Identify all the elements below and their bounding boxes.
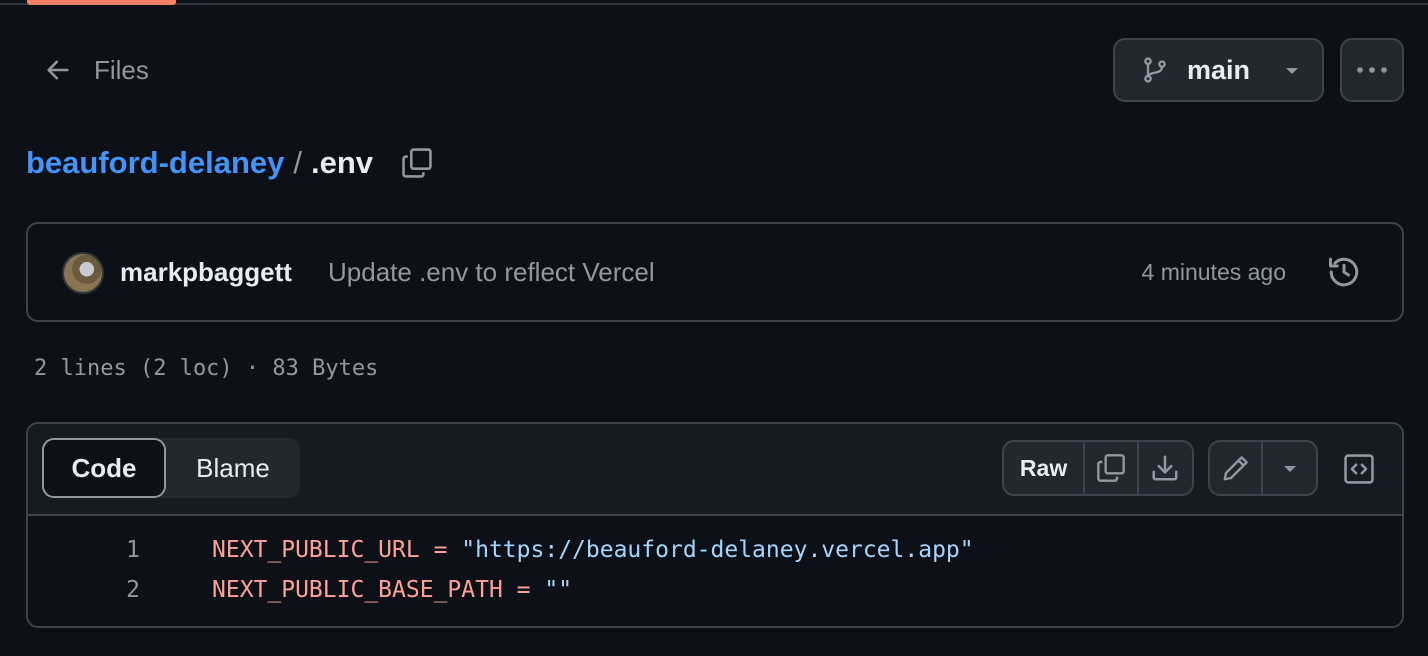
breadcrumb: beauford-delaney / .env: [26, 140, 435, 186]
code-toolbar: Code Blame Raw: [28, 424, 1402, 516]
top-border: [0, 0, 1428, 5]
raw-button[interactable]: Raw: [1004, 442, 1086, 494]
back-label: Files: [94, 54, 149, 85]
triangle-down-icon: [1283, 466, 1296, 472]
breadcrumb-separator: /: [293, 145, 303, 180]
pencil-icon: [1223, 456, 1248, 481]
back-to-files-link[interactable]: Files: [44, 50, 149, 90]
copy-icon: [402, 148, 432, 178]
branch-selector-button[interactable]: main: [1113, 38, 1324, 102]
copy-raw-button[interactable]: [1085, 442, 1139, 494]
git-branch-icon: [1144, 57, 1166, 83]
edit-actions-group: [1208, 440, 1318, 496]
edit-file-button[interactable]: [1210, 442, 1264, 494]
code-panel: Code Blame Raw 1 NEXT_PUBLIC_URL = "http…: [26, 422, 1404, 628]
line-content: NEXT_PUBLIC_BASE_PATH = "": [212, 577, 572, 603]
commit-time: 4 minutes ago: [1141, 259, 1286, 285]
tab-blame[interactable]: Blame: [166, 438, 300, 498]
line-number[interactable]: 1: [88, 537, 140, 563]
file-info: 2 lines (2 loc) · 83 Bytes: [34, 356, 379, 381]
download-button[interactable]: [1139, 442, 1192, 494]
active-tab-indicator: [27, 0, 176, 5]
copy-path-button[interactable]: [399, 145, 435, 181]
commit-author-link[interactable]: markpbaggett: [120, 257, 292, 288]
breadcrumb-repo-link[interactable]: beauford-delaney: [26, 145, 284, 181]
tab-code[interactable]: Code: [42, 438, 166, 498]
env-key: NEXT_PUBLIC_BASE_PATH: [212, 577, 503, 603]
copy-icon: [1096, 454, 1125, 482]
code-body: 1 NEXT_PUBLIC_URL = "https://beauford-de…: [28, 516, 1402, 626]
download-icon: [1152, 455, 1178, 481]
env-value: "": [544, 577, 573, 603]
arrow-left-icon: [47, 60, 69, 80]
env-key: NEXT_PUBLIC_URL: [212, 537, 420, 563]
edit-options-button[interactable]: [1263, 442, 1316, 494]
line-number[interactable]: 2: [88, 577, 140, 603]
env-value: "https://beauford-delaney.vercel.app": [461, 537, 974, 563]
code-square-icon: [1344, 454, 1374, 484]
operator: =: [419, 537, 462, 563]
line-content: NEXT_PUBLIC_URL = "https://beauford-dela…: [212, 537, 974, 563]
symbols-panel-button[interactable]: [1338, 448, 1380, 490]
triangle-down-icon: [1286, 68, 1299, 74]
commit-message-link[interactable]: Update .env to reflect Vercel: [328, 257, 655, 288]
history-icon[interactable]: [1326, 254, 1362, 290]
file-actions-group: Raw: [1002, 440, 1194, 496]
avatar[interactable]: [62, 252, 104, 294]
kebab-horizontal-icon: [1357, 67, 1387, 73]
more-options-button[interactable]: [1340, 38, 1404, 102]
view-switcher: Code Blame: [42, 438, 300, 498]
breadcrumb-file-name: .env: [311, 145, 374, 180]
code-line: 2 NEXT_PUBLIC_BASE_PATH = "": [28, 570, 1402, 610]
operator: =: [502, 577, 545, 603]
branch-name: main: [1187, 54, 1251, 85]
code-line: 1 NEXT_PUBLIC_URL = "https://beauford-de…: [28, 530, 1402, 570]
latest-commit-box: markpbaggett Update .env to reflect Verc…: [26, 222, 1404, 322]
